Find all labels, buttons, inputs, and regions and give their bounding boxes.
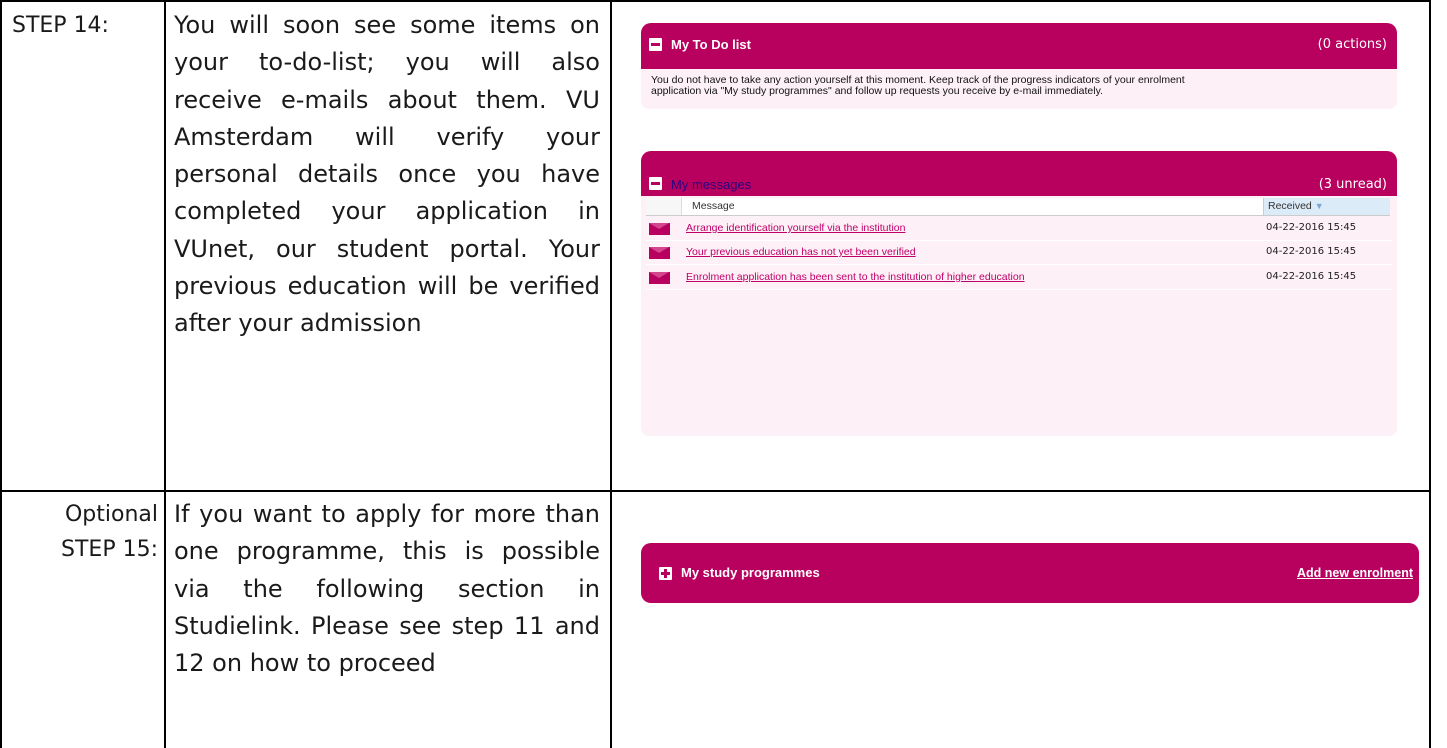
collapse-icon[interactable] [649, 38, 662, 51]
message-row[interactable]: Arrange identification yourself via the … [646, 216, 1392, 241]
messages-table-header: Message Received ▼ [646, 198, 1390, 216]
expand-icon[interactable] [659, 567, 672, 580]
messages-panel: My messages (3 unread) Message Received … [641, 151, 1397, 436]
messages-title[interactable]: My messages [671, 177, 751, 192]
envelope-icon [649, 272, 670, 284]
messages-header[interactable]: My messages (3 unread) [641, 151, 1397, 196]
todo-header[interactable]: My To Do list (0 actions) [641, 23, 1397, 69]
step-14-label: STEP 14: [12, 13, 109, 38]
table-border-left [0, 0, 2, 748]
table-border-top [0, 0, 1431, 2]
envelope-icon [649, 223, 670, 235]
table-row-divider [0, 490, 1431, 492]
step-15-label: Optional STEP 15: [61, 502, 158, 562]
message-date: 04-22-2016 15:45 [1266, 271, 1357, 282]
message-date: 04-22-2016 15:45 [1266, 222, 1357, 233]
message-row[interactable]: Enrolment application has been sent to t… [646, 265, 1392, 290]
step-14-text: You will soon see some items on your to-… [174, 11, 600, 338]
todo-title: My To Do list [671, 37, 751, 52]
message-link[interactable]: Enrolment application has been sent to t… [686, 271, 1025, 283]
collapse-icon[interactable] [649, 177, 662, 190]
table-col-divider-2 [610, 0, 612, 748]
message-link[interactable]: Arrange identification yourself via the … [686, 222, 905, 234]
programmes-header[interactable]: My study programmes Add new enrolment [641, 543, 1419, 603]
todo-panel: My To Do list (0 actions) You do not hav… [641, 23, 1397, 109]
message-link[interactable]: Your previous education has not yet been… [686, 246, 916, 258]
programmes-panel: My study programmes Add new enrolment [641, 543, 1419, 603]
step-15-text: If you want to apply for more than one p… [174, 500, 600, 678]
table-col-divider-1 [164, 0, 166, 748]
message-row[interactable]: Your previous education has not yet been… [646, 240, 1392, 265]
todo-count: (0 actions) [1317, 37, 1387, 52]
table-border-right [1429, 0, 1431, 748]
message-date: 04-22-2016 15:45 [1266, 246, 1357, 257]
todo-message: You do not have to take any action yours… [651, 74, 1185, 97]
programmes-title: My study programmes [681, 565, 820, 580]
sort-desc-icon: ▼ [1314, 201, 1324, 211]
col-received-header[interactable]: Received ▼ [1263, 198, 1390, 215]
messages-body: Message Received ▼ Arrange identificatio… [641, 196, 1397, 436]
envelope-icon [649, 247, 670, 259]
col-message-header[interactable]: Message [692, 200, 735, 212]
messages-count: (3 unread) [1318, 177, 1387, 192]
todo-body: You do not have to take any action yours… [641, 69, 1397, 109]
add-new-enrolment-link[interactable]: Add new enrolment [1297, 566, 1413, 580]
